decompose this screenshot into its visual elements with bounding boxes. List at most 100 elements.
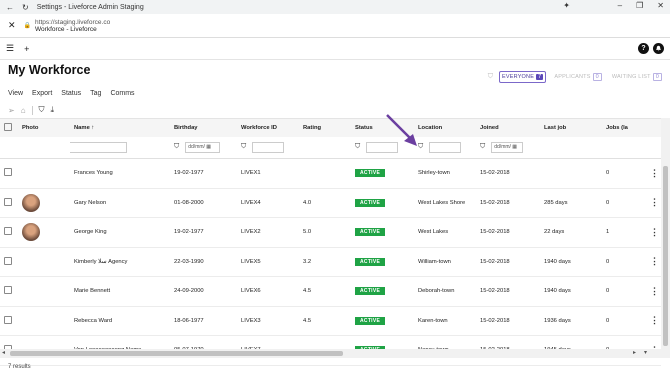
name-cell[interactable]: Rebecca Ward: [70, 306, 170, 336]
name-cell[interactable]: George King: [70, 218, 170, 248]
filter-everyone[interactable]: EVERYONE 7: [499, 71, 547, 83]
col-last-job[interactable]: Last job: [540, 119, 602, 137]
close-tab-icon[interactable]: ✕: [8, 20, 16, 31]
row-checkbox[interactable]: [4, 227, 12, 236]
action-tabs: View Export Status Tag Comms: [0, 90, 670, 100]
send-icon[interactable]: ➢: [8, 106, 15, 115]
rating-cell: [299, 159, 351, 189]
close-window-icon[interactable]: ✕: [657, 1, 664, 10]
column-filter-icon[interactable]: ⛉: [39, 105, 45, 115]
restore-icon[interactable]: ❐: [636, 1, 643, 10]
row-menu-icon[interactable]: ⋮: [650, 197, 659, 207]
notifications-bell-icon[interactable]: [653, 43, 664, 54]
jobs-cell: 0: [606, 288, 610, 295]
rating-cell: 4.5: [303, 317, 312, 324]
status-badge: ACTIVE: [355, 316, 386, 325]
joined-filter-icon[interactable]: ⛉: [480, 143, 485, 150]
browser-titlebar: ← ↻ Settings - Liveforce Admin Staging ✦…: [0, 0, 670, 14]
vertical-scroll-thumb[interactable]: [663, 166, 668, 346]
help-icon[interactable]: ?: [638, 43, 649, 54]
joined-cell: 15-02-2018: [480, 229, 510, 236]
add-icon[interactable]: +: [24, 44, 29, 54]
col-name[interactable]: Name ↑: [70, 119, 170, 137]
lock-icon: 🔒: [23, 23, 32, 29]
minimize-icon[interactable]: –: [618, 1, 622, 10]
workforce-id-cell: LIVEX3: [241, 317, 261, 324]
row-menu-icon[interactable]: ⋮: [650, 256, 659, 266]
col-location[interactable]: Location: [414, 119, 476, 137]
joined-filter-input[interactable]: dd/mm/ ▦: [491, 141, 524, 153]
row-checkbox[interactable]: [4, 197, 12, 206]
horizontal-scroll-thumb[interactable]: [10, 351, 343, 356]
url-text[interactable]: https://staging.liveforce.co: [35, 19, 110, 26]
scroll-left-icon[interactable]: ◂: [2, 349, 5, 356]
last-job-cell: 1940 days: [544, 258, 571, 265]
table-row[interactable]: George King 19-02-1977 LIVEX2 5.0 ACTIVE…: [0, 218, 661, 248]
workforce-id-cell: LIVEX2: [241, 229, 261, 236]
col-jobs[interactable]: Jobs (la: [602, 119, 646, 137]
row-checkbox[interactable]: [4, 256, 12, 265]
table-filter-row: ⛉ ⛉dd/mm/ ▦ ⛉ ⛉ ⛉ ⛉dd/mm/ ▦: [0, 137, 661, 159]
tab-comms[interactable]: Comms: [110, 90, 134, 100]
name-cell[interactable]: Frances Young: [70, 159, 170, 189]
filter-waiting-list[interactable]: WAITING LIST 0: [610, 71, 664, 83]
row-menu-icon[interactable]: ⋮: [650, 286, 659, 296]
col-workforce-id[interactable]: Workforce ID: [237, 119, 299, 137]
name-filter-input[interactable]: [70, 141, 128, 153]
jobs-cell: 0: [606, 199, 610, 206]
avatar: [22, 193, 40, 212]
back-icon[interactable]: ←: [6, 3, 14, 12]
scroll-down-icon[interactable]: ▾: [644, 349, 647, 356]
vertical-scrollbar[interactable]: [661, 118, 670, 358]
tab-view[interactable]: View: [8, 90, 23, 100]
table-row[interactable]: Rebecca Ward 18-06-1977 LIVEX3 4.5 ACTIV…: [0, 306, 661, 336]
name-cell[interactable]: Kimberly سلا Agency: [70, 247, 170, 277]
birthday-cell: 18-06-1977: [174, 317, 204, 324]
tag-icon[interactable]: ⌂: [21, 106, 26, 115]
status-filter-icon[interactable]: ⛉: [355, 143, 360, 150]
last-job-cell: 285 days: [544, 199, 568, 206]
birthday-filter-input[interactable]: dd/mm/ ▦: [185, 141, 221, 153]
location-filter-input[interactable]: [429, 141, 462, 153]
extensions-icon[interactable]: ✦: [563, 1, 570, 10]
scroll-right-icon[interactable]: ▸: [633, 349, 636, 356]
select-all-cell[interactable]: [0, 119, 18, 137]
table-row[interactable]: Kimberly سلا Agency 22-03-1990 LIVEX5 3.…: [0, 247, 661, 277]
horizontal-scrollbar[interactable]: ◂ ▸ ▾: [0, 349, 661, 358]
photo-cell: [18, 277, 70, 307]
birthday-filter-icon[interactable]: ⛉: [174, 143, 179, 150]
row-checkbox[interactable]: [4, 168, 12, 177]
table-row[interactable]: Gary Nelson 01-08-2000 LIVEX4 4.0 ACTIVE…: [0, 188, 661, 218]
col-joined[interactable]: Joined: [476, 119, 540, 137]
filter-waiting-list-label: WAITING LIST: [611, 74, 651, 80]
row-menu-icon[interactable]: ⋮: [650, 168, 659, 178]
tab-status[interactable]: Status: [61, 90, 81, 100]
filter-applicants-count: 0: [592, 73, 602, 81]
reload-icon[interactable]: ↻: [22, 3, 29, 12]
table-row[interactable]: Frances Young 19-02-1977 LIVEX1 ACTIVE S…: [0, 159, 661, 189]
name-cell[interactable]: Gary Nelson: [70, 188, 170, 218]
tab-export[interactable]: Export: [32, 90, 52, 100]
col-rating[interactable]: Rating: [299, 119, 351, 137]
row-checkbox[interactable]: [4, 286, 12, 295]
select-all-checkbox[interactable]: [4, 122, 12, 131]
row-menu-icon[interactable]: ⋮: [650, 227, 659, 237]
workforce-table: Photo Name ↑ Birthday Workforce ID Ratin…: [0, 118, 661, 366]
download-icon[interactable]: ⤓: [51, 105, 55, 115]
row-checkbox[interactable]: [4, 315, 12, 324]
photo-cell: [18, 159, 70, 189]
joined-cell: 15-02-2018: [480, 288, 510, 295]
wid-filter-input[interactable]: [252, 141, 285, 153]
col-actions: [646, 119, 661, 137]
status-badge: ACTIVE: [355, 169, 386, 178]
location-cell: Deborah-town: [418, 288, 455, 295]
row-menu-icon[interactable]: ⋮: [650, 315, 659, 325]
tab-tag[interactable]: Tag: [90, 90, 101, 100]
col-birthday[interactable]: Birthday: [170, 119, 237, 137]
hamburger-menu-icon[interactable]: ☰: [6, 43, 14, 54]
name-cell[interactable]: Marie Bennett: [70, 277, 170, 307]
wid-filter-icon[interactable]: ⛉: [241, 143, 246, 150]
filter-cell-photo: [18, 137, 70, 159]
table-row[interactable]: Marie Bennett 24-09-2000 LIVEX6 4.5 ACTI…: [0, 277, 661, 307]
filter-applicants[interactable]: APPLICANTS 0: [552, 71, 604, 83]
